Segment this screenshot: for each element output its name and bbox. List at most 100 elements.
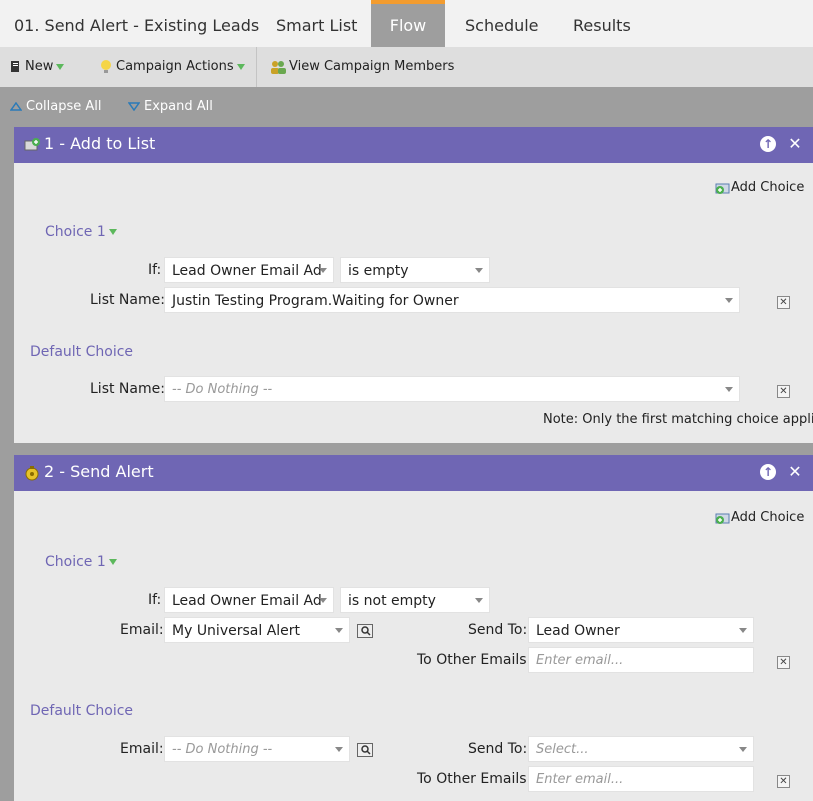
add-choice-icon bbox=[715, 183, 730, 194]
if-operator-select[interactable]: is not empty bbox=[340, 587, 490, 613]
expand-all-button[interactable]: Expand All bbox=[127, 87, 213, 127]
triangle-down-icon bbox=[56, 63, 65, 70]
close-icon[interactable]: ✕ bbox=[786, 135, 804, 153]
step-1-add-choice-button[interactable]: Add Choice bbox=[714, 180, 804, 195]
toolbar-divider bbox=[256, 47, 257, 87]
send-alert-icon bbox=[25, 466, 39, 481]
email-label: Email: bbox=[120, 622, 164, 638]
chevron-down-icon bbox=[725, 298, 733, 303]
triangle-down-icon bbox=[127, 102, 141, 112]
triangle-down-icon bbox=[108, 229, 117, 235]
if-label: If: bbox=[148, 262, 162, 278]
step-2-title: 2 - Send Alert bbox=[44, 462, 154, 481]
step-2-add-choice-button[interactable]: Add Choice bbox=[714, 510, 804, 525]
lookup-icon[interactable] bbox=[357, 624, 373, 638]
chevron-down-icon bbox=[725, 387, 733, 392]
delete-icon[interactable]: ✕ bbox=[777, 775, 790, 788]
toolbar: New Campaign Actions View Campaign Membe… bbox=[0, 47, 813, 87]
lightbulb-icon bbox=[101, 59, 111, 73]
tab-bar: 01. Send Alert - Existing Leads Smart Li… bbox=[0, 0, 813, 47]
campaign-actions-label: Campaign Actions bbox=[116, 59, 234, 74]
step-2-body: Add Choice Choice 1 If: Lead Owner Email… bbox=[14, 491, 813, 801]
members-icon bbox=[271, 60, 286, 74]
step-2-header[interactable]: 2 - Send Alert ↑ ✕ bbox=[14, 455, 813, 491]
tab-smart-list[interactable]: Smart List bbox=[276, 0, 357, 47]
other-emails-placeholder: Enter email... bbox=[536, 653, 624, 668]
add-choice-label: Add Choice bbox=[731, 510, 805, 525]
step-1-body: Add Choice Choice 1 If: Lead Owner Email… bbox=[14, 163, 813, 443]
step-1-header[interactable]: 1 - Add to List ↑ ✕ bbox=[14, 127, 813, 163]
triangle-down-icon bbox=[236, 63, 245, 70]
if-operator-value: is not empty bbox=[348, 593, 436, 609]
other-emails-label: To Other Emails: bbox=[417, 652, 532, 668]
chevron-down-icon bbox=[475, 268, 483, 273]
list-name-label: List Name: bbox=[90, 292, 165, 308]
tab-schedule[interactable]: Schedule bbox=[465, 0, 539, 47]
add-to-list-icon bbox=[24, 138, 40, 151]
chevron-down-icon bbox=[335, 747, 343, 752]
if-field-select[interactable]: Lead Owner Email Ad bbox=[164, 257, 334, 283]
arrow-up-icon[interactable]: ↑ bbox=[760, 136, 776, 152]
default-email-select[interactable]: -- Do Nothing -- bbox=[164, 736, 350, 762]
new-button[interactable]: New bbox=[10, 47, 65, 87]
if-label: If: bbox=[148, 592, 162, 608]
default-list-name-label: List Name: bbox=[90, 381, 165, 397]
add-choice-label: Add Choice bbox=[731, 180, 805, 195]
view-members-label: View Campaign Members bbox=[289, 59, 455, 74]
campaign-name-tab[interactable]: 01. Send Alert - Existing Leads bbox=[14, 0, 259, 47]
default-choice-label: Default Choice bbox=[30, 344, 134, 360]
triangle-down-icon bbox=[108, 559, 117, 565]
tab-results[interactable]: Results bbox=[573, 0, 631, 47]
if-operator-value: is empty bbox=[348, 263, 409, 279]
default-choice-label: Default Choice bbox=[30, 703, 134, 719]
if-field-value: Lead Owner Email Ad bbox=[172, 593, 322, 609]
default-send-to-value: Select... bbox=[536, 742, 589, 757]
default-send-to-label: Send To: bbox=[468, 741, 528, 757]
email-value: My Universal Alert bbox=[172, 623, 301, 639]
chevron-down-icon bbox=[475, 598, 483, 603]
if-operator-select[interactable]: is empty bbox=[340, 257, 490, 283]
default-email-value: -- Do Nothing -- bbox=[172, 742, 273, 757]
default-other-emails-placeholder: Enter email... bbox=[536, 772, 624, 787]
chevron-down-icon bbox=[739, 747, 747, 752]
view-campaign-members-button[interactable]: View Campaign Members bbox=[270, 47, 454, 87]
document-icon bbox=[11, 61, 19, 72]
choice-label: Choice 1 bbox=[45, 224, 106, 240]
delete-icon[interactable]: ✕ bbox=[777, 656, 790, 669]
default-other-emails-label: To Other Emails: bbox=[417, 771, 532, 787]
default-list-name-value: -- Do Nothing -- bbox=[172, 382, 273, 397]
close-icon[interactable]: ✕ bbox=[786, 463, 804, 481]
send-to-label: Send To: bbox=[468, 622, 528, 638]
if-field-value: Lead Owner Email Ad bbox=[172, 263, 322, 279]
step-1-choice-1-toggle[interactable]: Choice 1 bbox=[45, 224, 117, 240]
collapse-all-button[interactable]: Collapse All bbox=[9, 87, 102, 127]
list-name-value: Justin Testing Program.Waiting for Owner bbox=[172, 293, 459, 309]
step-1-title: 1 - Add to List bbox=[44, 134, 156, 153]
arrow-up-icon[interactable]: ↑ bbox=[760, 464, 776, 480]
send-to-select[interactable]: Lead Owner bbox=[528, 617, 754, 643]
step-2-choice-1-toggle[interactable]: Choice 1 bbox=[45, 554, 117, 570]
chevron-down-icon bbox=[319, 268, 327, 273]
delete-icon[interactable]: ✕ bbox=[777, 296, 790, 309]
expand-bar: Collapse All Expand All bbox=[0, 87, 813, 127]
email-select[interactable]: My Universal Alert bbox=[164, 617, 350, 643]
tab-flow[interactable]: Flow bbox=[371, 0, 445, 47]
collapse-all-label: Collapse All bbox=[26, 99, 102, 114]
default-other-emails-input[interactable]: Enter email... bbox=[528, 766, 754, 792]
delete-icon[interactable]: ✕ bbox=[777, 385, 790, 398]
if-field-select[interactable]: Lead Owner Email Ad bbox=[164, 587, 334, 613]
add-choice-icon bbox=[715, 513, 730, 524]
chevron-down-icon bbox=[739, 628, 747, 633]
other-emails-input[interactable]: Enter email... bbox=[528, 647, 754, 673]
list-name-select[interactable]: Justin Testing Program.Waiting for Owner bbox=[164, 287, 740, 313]
default-list-name-select[interactable]: -- Do Nothing -- bbox=[164, 376, 740, 402]
campaign-actions-button[interactable]: Campaign Actions bbox=[100, 47, 245, 87]
step-1-note: Note: Only the first matching choice app… bbox=[543, 412, 813, 427]
new-label: New bbox=[25, 59, 54, 74]
default-send-to-select[interactable]: Select... bbox=[528, 736, 754, 762]
expand-all-label: Expand All bbox=[144, 99, 213, 114]
chevron-down-icon bbox=[335, 628, 343, 633]
choice-label: Choice 1 bbox=[45, 554, 106, 570]
default-email-label: Email: bbox=[120, 741, 164, 757]
lookup-icon[interactable] bbox=[357, 743, 373, 757]
